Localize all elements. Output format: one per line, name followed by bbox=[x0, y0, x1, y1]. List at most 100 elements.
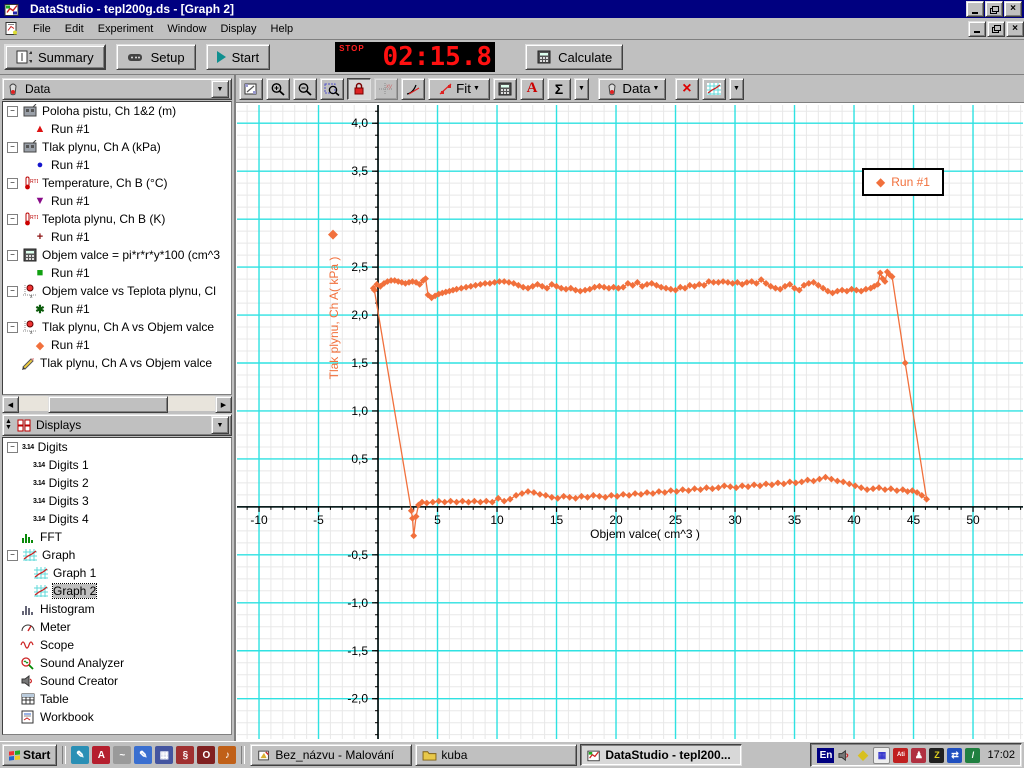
paint-icon[interactable]: ✎ bbox=[134, 746, 153, 764]
calculator-icon[interactable]: ▦ bbox=[155, 746, 174, 764]
displays-header-dropdown[interactable]: ▼ bbox=[211, 416, 229, 434]
menu-edit[interactable]: Edit bbox=[58, 20, 91, 38]
displays-tree-item[interactable]: 3.14 Digits 4 bbox=[3, 510, 231, 528]
collapse-icon[interactable]: − bbox=[7, 285, 18, 297]
statistics-button[interactable]: Σ bbox=[547, 77, 571, 100]
displays-tree-item[interactable]: Sound Analyzer bbox=[3, 654, 231, 672]
collapse-icon[interactable]: − bbox=[7, 249, 18, 261]
displays-tree-item[interactable]: Graph 1 bbox=[3, 564, 231, 582]
data-tree-item[interactable]: − Tlak plynu, Ch A vs Objem valce bbox=[3, 318, 231, 336]
dragon-icon[interactable]: § bbox=[176, 746, 195, 764]
data-panel-header[interactable]: Data ▼ bbox=[2, 78, 232, 100]
graph-settings-dropdown-button[interactable]: ▼ bbox=[728, 77, 744, 100]
collapse-icon[interactable]: − bbox=[7, 177, 18, 189]
person-icon[interactable]: ♟ bbox=[911, 747, 927, 763]
winamp-icon[interactable]: ♪ bbox=[218, 746, 237, 764]
data-run-item[interactable]: ● Run #1 bbox=[3, 156, 231, 174]
displays-tree-item[interactable]: − Graph bbox=[3, 546, 231, 564]
displays-tree-item[interactable]: Meter bbox=[3, 618, 231, 636]
summary-button[interactable]: Summary bbox=[4, 44, 106, 70]
slope-tool-button[interactable] bbox=[401, 77, 425, 100]
bird-icon[interactable]: ~ bbox=[113, 746, 132, 764]
collapse-icon[interactable]: − bbox=[7, 105, 18, 117]
calculator-tool-button[interactable] bbox=[493, 77, 517, 100]
collapse-icon[interactable]: − bbox=[7, 549, 18, 561]
restore-button[interactable] bbox=[985, 1, 1003, 17]
data-tree-item[interactable]: Tlak plynu, Ch A vs Objem valce bbox=[3, 354, 231, 372]
scroll-right-icon[interactable]: ▶ bbox=[215, 396, 232, 413]
minimize-button[interactable] bbox=[966, 1, 984, 17]
displays-tree-item[interactable]: Table bbox=[3, 690, 231, 708]
task-datastudio[interactable]: DataStudio - tepl200... bbox=[580, 744, 743, 766]
child-restore-button[interactable] bbox=[987, 20, 1005, 37]
smart-tool-button[interactable] bbox=[347, 77, 371, 100]
keyboard-language-indicator[interactable]: En bbox=[817, 747, 835, 763]
menu-window[interactable]: Window bbox=[160, 20, 213, 38]
power-icon[interactable]: Z bbox=[929, 747, 945, 763]
remove-button[interactable]: × bbox=[674, 77, 699, 100]
displays-tree-item[interactable]: 3.14 Digits 1 bbox=[3, 456, 231, 474]
calculate-button[interactable]: Calculate bbox=[525, 44, 624, 70]
legend[interactable]: ◆ Run #1 bbox=[862, 168, 944, 196]
setup-button[interactable]: Setup bbox=[115, 44, 196, 70]
acrobat-icon[interactable]: A bbox=[92, 746, 111, 764]
zoom-in-button[interactable] bbox=[266, 77, 290, 100]
menu-display[interactable]: Display bbox=[213, 20, 263, 38]
data-tree-item[interactable]: − Objem valce = pi*r*r*y*100 (cm^3 bbox=[3, 246, 231, 264]
volume-icon[interactable] bbox=[837, 749, 852, 762]
displays-tree-item[interactable]: 3.14 Digits 3 bbox=[3, 492, 231, 510]
displays-tree-item[interactable]: FFT bbox=[3, 528, 231, 546]
close-button[interactable]: × bbox=[1004, 1, 1022, 17]
menu-experiment[interactable]: Experiment bbox=[91, 20, 161, 38]
zoom-select-button[interactable] bbox=[320, 77, 344, 100]
menu-help[interactable]: Help bbox=[264, 20, 301, 38]
data-run-item[interactable]: + Run #1 bbox=[3, 228, 231, 246]
pen-tray-icon[interactable]: / bbox=[965, 747, 981, 763]
start-menu-button[interactable]: Start bbox=[2, 744, 58, 766]
data-run-item[interactable]: ✱ Run #1 bbox=[3, 300, 231, 318]
data-dropdown-button[interactable]: Data ▼ bbox=[597, 77, 666, 100]
menu-file[interactable]: File bbox=[26, 20, 58, 38]
scrollbar-thumb[interactable] bbox=[48, 396, 168, 413]
data-run-item[interactable]: ◆ Run #1 bbox=[3, 336, 231, 354]
data-run-item[interactable]: ▼ Run #1 bbox=[3, 192, 231, 210]
displays-tree-item[interactable]: Sound Creator bbox=[3, 672, 231, 690]
zoom-out-button[interactable] bbox=[293, 77, 317, 100]
opera-icon[interactable]: O bbox=[197, 746, 216, 764]
title-bar[interactable]: DataStudio - tepl200g.ds - [Graph 2] × bbox=[0, 0, 1024, 18]
task-folder-kuba[interactable]: kuba bbox=[415, 744, 578, 766]
ati-icon[interactable]: Ati bbox=[893, 747, 909, 763]
data-run-item[interactable]: ■ Run #1 bbox=[3, 264, 231, 282]
collapse-icon[interactable]: − bbox=[7, 213, 18, 225]
graph-settings-button[interactable] bbox=[701, 77, 726, 100]
scale-to-fit-button[interactable] bbox=[239, 77, 263, 100]
document-icon[interactable] bbox=[4, 21, 20, 36]
data-tree-item[interactable]: − Poloha pistu, Ch 1&2 (m) bbox=[3, 102, 231, 120]
splitter-icon[interactable]: ▲ ▼ bbox=[5, 418, 12, 431]
data-tree-hscrollbar[interactable]: ◀ ▶ bbox=[2, 396, 232, 413]
displays-tree-item[interactable]: Scope bbox=[3, 636, 231, 654]
collapse-icon[interactable]: − bbox=[7, 141, 18, 153]
child-close-button[interactable]: × bbox=[1006, 20, 1024, 37]
displays-tree-item[interactable]: −3.14 Digits bbox=[3, 438, 231, 456]
fit-dropdown-button[interactable]: Fit ▼ bbox=[428, 77, 490, 100]
statistics-dropdown-button[interactable]: ▼ bbox=[574, 77, 589, 100]
data-tree-item[interactable]: − Teplota plynu, Ch B (K) bbox=[3, 210, 231, 228]
arrows-icon[interactable]: ⇄ bbox=[947, 747, 963, 763]
graph-plot[interactable]: -10 -5 5 10 15 20 25 30 35 40 45 50 4,0 3,5 3,0 2,5 2,0 1… bbox=[237, 105, 1023, 739]
task-paint[interactable]: Bez_názvu - Malování bbox=[250, 744, 413, 766]
scroll-left-icon[interactable]: ◀ bbox=[2, 396, 19, 413]
clock[interactable]: 17:02 bbox=[987, 749, 1015, 761]
diamond-tray-icon[interactable]: ◆ bbox=[855, 747, 870, 763]
displays-tree-item[interactable]: Workbook bbox=[3, 708, 231, 726]
xy-tool-button[interactable] bbox=[374, 77, 398, 100]
text-tool-button[interactable]: A bbox=[520, 77, 544, 100]
graph-display[interactable]: -10 -5 5 10 15 20 25 30 35 40 45 50 4,0 3,5 3,0 2,5 2,0 1… bbox=[236, 103, 1024, 741]
child-minimize-button[interactable] bbox=[968, 20, 986, 37]
displays-tree-item-selected[interactable]: Graph 2 bbox=[3, 582, 231, 600]
data-tree-item[interactable]: − Objem valce vs Teplota plynu, Cl bbox=[3, 282, 231, 300]
displays-tree-item[interactable]: Histogram bbox=[3, 600, 231, 618]
collapse-icon[interactable]: − bbox=[7, 441, 18, 453]
displays-tree-item[interactable]: 3.14 Digits 2 bbox=[3, 474, 231, 492]
data-tree-item[interactable]: − Temperature, Ch B (°C) bbox=[3, 174, 231, 192]
